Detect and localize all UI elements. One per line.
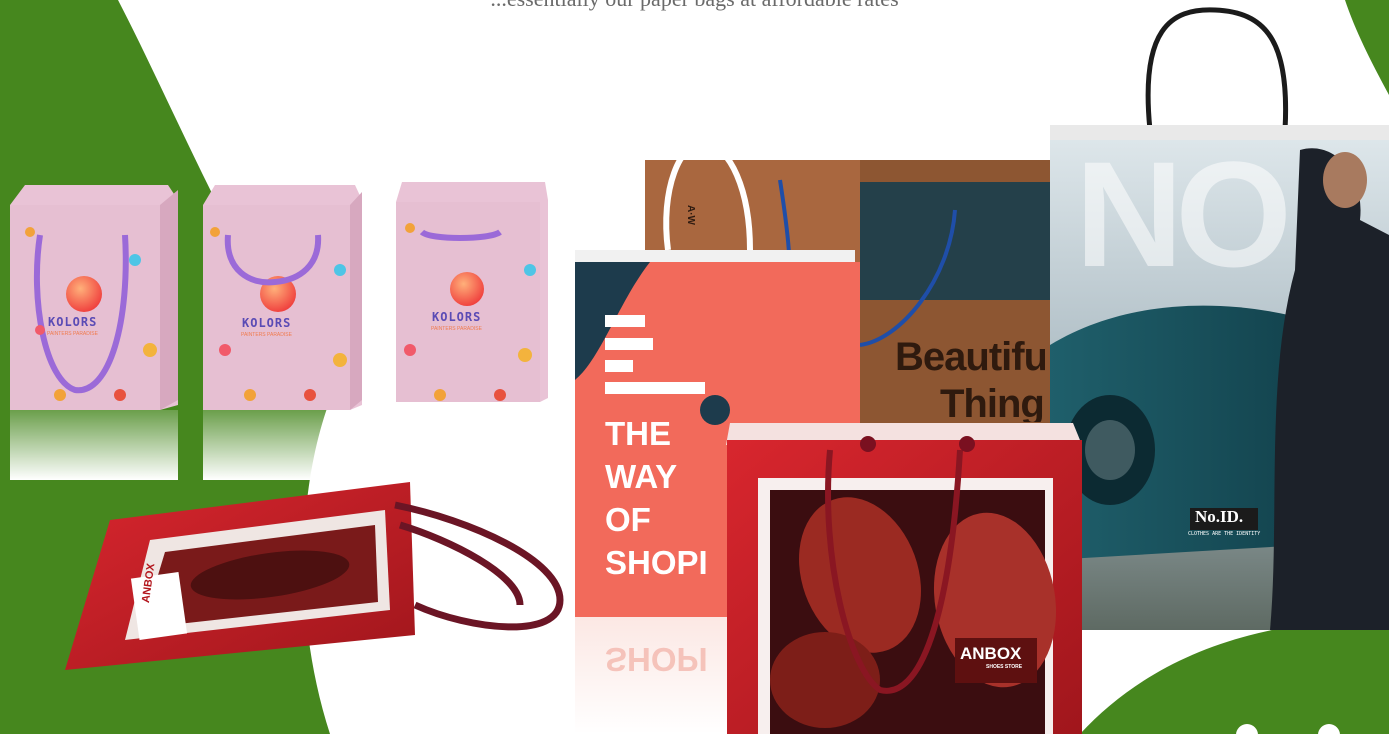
kolors-tagline-3: PAINTERS PARADISE	[431, 326, 482, 332]
kolors-brand-3: KOLORS	[432, 310, 482, 324]
green-swoosh-right-bottom	[1080, 620, 1389, 734]
aw-text-line1: Beautifu	[895, 335, 1045, 379]
hero-banner: ...essentially our paper bags at afforda…	[0, 0, 1389, 734]
way-reflection: SHOPI	[605, 641, 708, 678]
noid-headline: NO	[1075, 130, 1292, 298]
anbox-red-tagline: SHOES STORE	[986, 664, 1023, 670]
aw-text-line2: Thing	[940, 382, 1044, 422]
anbox-red-brand: ANBOX	[960, 644, 1022, 663]
way-line-of: OF	[605, 501, 651, 538]
kolors-tagline-2: PAINTERS PARADISE	[241, 332, 292, 338]
kolors-brand-1: KOLORS	[48, 315, 98, 329]
way-line-the: THE	[605, 415, 671, 452]
green-swoosh-right-top	[1345, 0, 1389, 95]
way-of-shop-text: THE WAY OF SHOPI	[605, 412, 730, 584]
kolors-tagline-1: PAINTERS PARADISE	[47, 331, 98, 337]
noid-brand: No.ID.	[1195, 507, 1244, 526]
way-line-shop: SHOPI	[605, 544, 708, 581]
kolors-brand-2: KOLORS	[242, 316, 292, 330]
hero-illustration	[0, 0, 1389, 734]
hero-caption: ...essentially our paper bags at afforda…	[0, 0, 1389, 12]
way-line-way: WAY	[605, 458, 678, 495]
aw-logo: A·W	[685, 205, 696, 225]
anbox-red-bag	[726, 423, 1082, 734]
noid-tagline: CLOTHES ARE THE IDENTITY	[1188, 531, 1261, 537]
